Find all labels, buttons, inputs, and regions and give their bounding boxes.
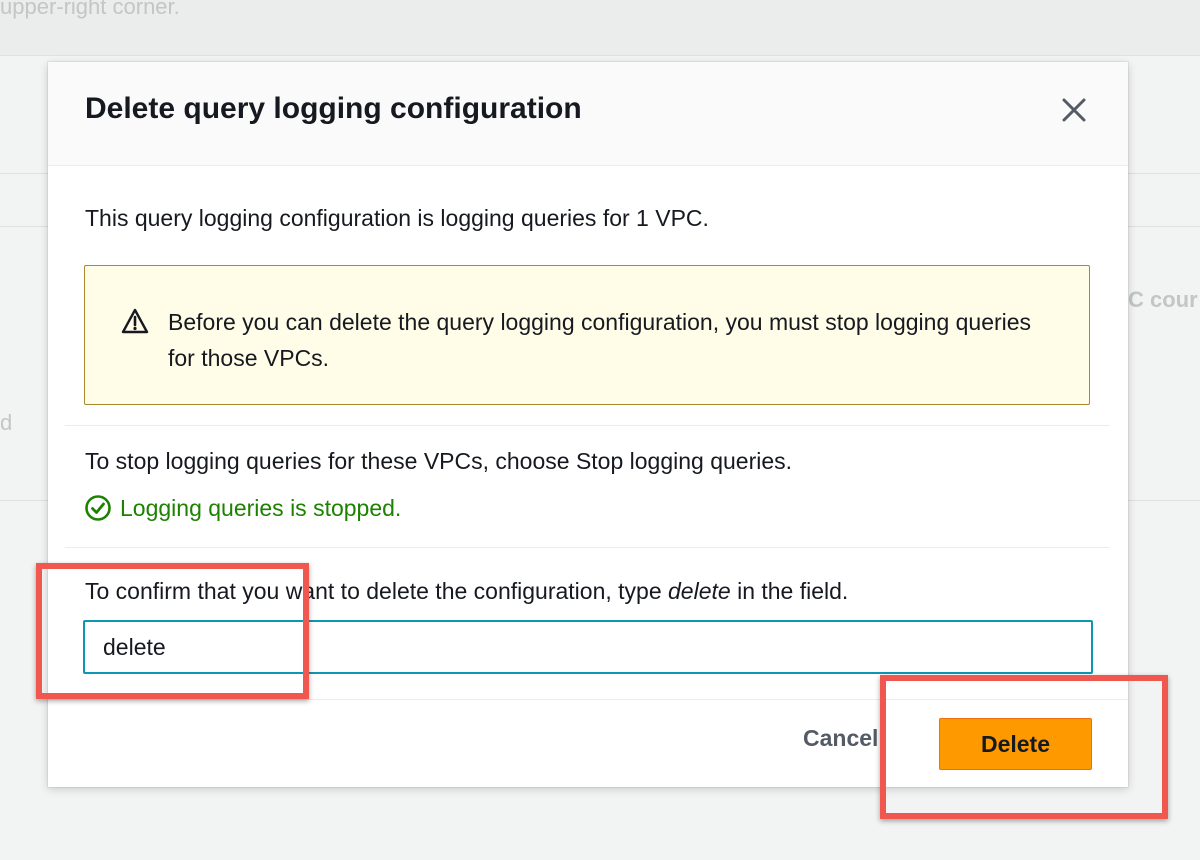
modal-header: Delete query logging configuration <box>48 62 1128 166</box>
check-circle-icon <box>85 495 111 521</box>
logging-status-text: Logging queries is stopped. <box>120 494 402 521</box>
background-header-row <box>0 0 1200 55</box>
alert-message: Before you can delete the query logging … <box>168 309 1032 371</box>
warning-triangle-icon <box>121 308 149 334</box>
warning-alert: Before you can delete the query logging … <box>84 265 1090 405</box>
cancel-button[interactable]: Cancel <box>803 725 878 752</box>
logging-status: Logging queries is stopped. <box>84 494 401 522</box>
delete-highlight-annotation <box>880 675 1168 819</box>
modal-title: Delete query logging configuration <box>85 92 582 125</box>
confirm-keyword: delete <box>668 578 731 604</box>
close-icon <box>1062 98 1086 122</box>
background-text: d <box>0 410 13 435</box>
confirm-instruction-suffix: in the field. <box>730 578 849 604</box>
background-divider <box>0 55 1200 56</box>
vpc-info-text: This query logging configuration is logg… <box>85 205 709 231</box>
stop-logging-instruction: To stop logging queries for these VPCs, … <box>85 448 793 474</box>
background-text: upper-right corner. <box>0 0 180 19</box>
section-divider <box>65 425 1110 426</box>
background-column-header: C cour <box>1128 287 1198 312</box>
section-divider <box>65 547 1110 548</box>
input-highlight-annotation <box>36 563 309 699</box>
close-button[interactable] <box>1056 92 1092 128</box>
